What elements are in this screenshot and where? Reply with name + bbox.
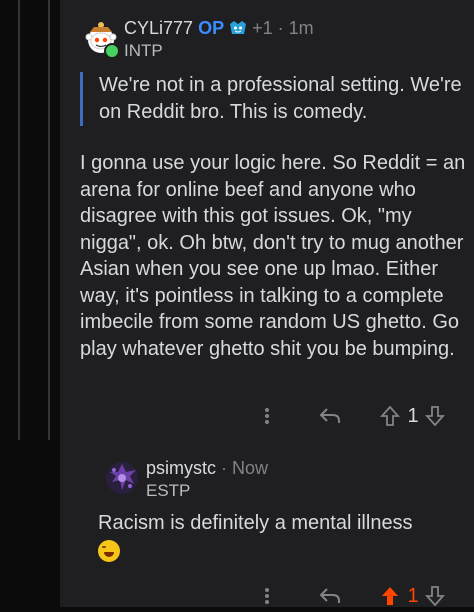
comment-time: Now <box>232 458 269 478</box>
comment-text: Racism is definitely a mental illness <box>98 512 413 534</box>
user-avatar[interactable] <box>102 458 142 498</box>
vote-count: 1 <box>407 584 419 607</box>
comment-cyli777: CYLi777 OP +1 · 1m INTP We're not in a p… <box>60 0 474 440</box>
upvote-icon[interactable] <box>379 584 401 608</box>
quoted-text: We're not in a professional setting. We'… <box>80 72 474 126</box>
vote-count: 1 <box>407 404 419 427</box>
downvote-icon[interactable] <box>424 584 446 608</box>
comment-body: I gonna use your logic here. So Reddit =… <box>80 150 472 362</box>
separator-dot: · <box>277 18 284 38</box>
comment-psimystc: psimystc · Now ESTP Racism is definitely… <box>60 440 474 607</box>
op-badge: OP <box>198 18 225 38</box>
comment-meta: psimystc · Now <box>146 458 268 479</box>
thread-line-inner[interactable] <box>48 0 50 440</box>
award-count: +1 <box>252 18 273 38</box>
award-icon[interactable] <box>229 20 247 36</box>
laughing-tears-emoji <box>98 539 120 562</box>
comment-time: 1m <box>288 18 314 38</box>
username[interactable]: psimystc <box>146 458 216 478</box>
user-flair: ESTP <box>146 481 191 500</box>
comment-actions: 1 <box>60 400 474 432</box>
comment-body: Racism is definitely a mental illness <box>98 510 468 564</box>
username[interactable]: CYLi777 <box>124 18 193 38</box>
online-status-dot <box>104 43 120 59</box>
separator-dot: · <box>221 458 228 478</box>
thread-line-outer[interactable] <box>18 0 20 440</box>
reply-icon[interactable] <box>318 404 342 428</box>
reply-icon[interactable] <box>318 584 342 608</box>
more-vertical-icon[interactable] <box>260 406 274 426</box>
comment-meta: CYLi777 OP +1 · 1m <box>124 18 314 39</box>
downvote-icon[interactable] <box>424 404 446 428</box>
comment-actions: 1 <box>60 580 474 612</box>
user-flair: INTP <box>124 41 163 60</box>
comment-text: I gonna use your logic here. So Reddit =… <box>80 152 466 360</box>
upvote-icon[interactable] <box>379 404 401 428</box>
more-vertical-icon[interactable] <box>260 586 274 606</box>
